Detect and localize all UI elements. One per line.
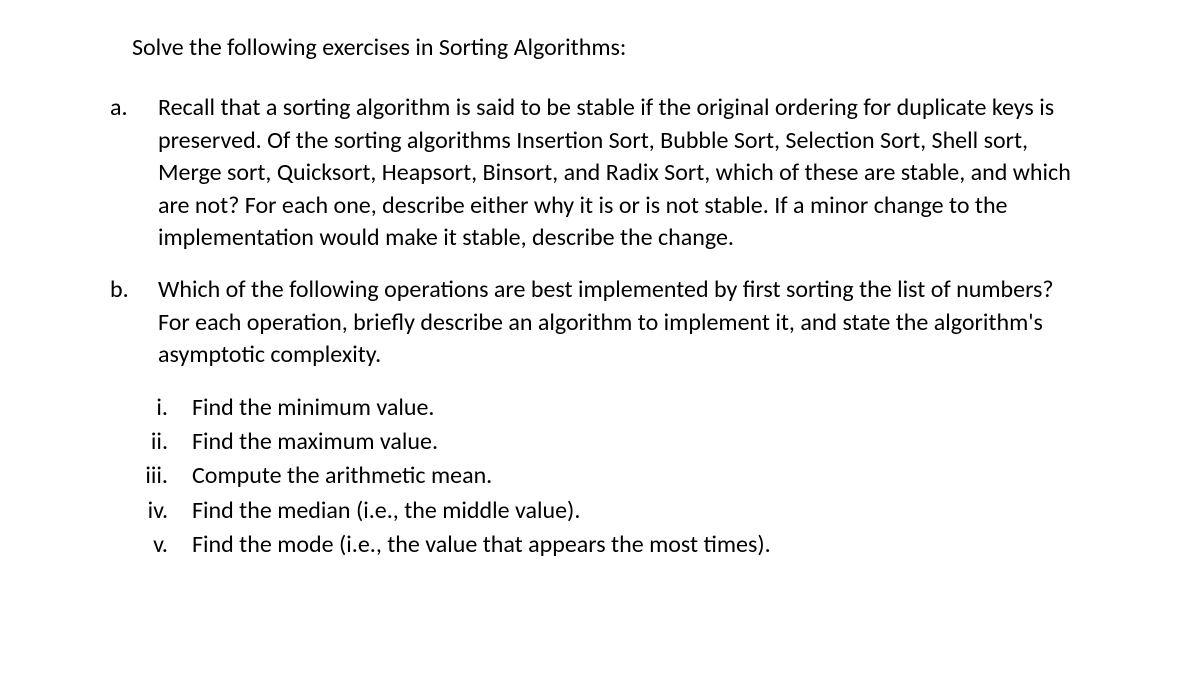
item-content-a: Recall that a sorting algorithm is said … <box>158 92 1080 254</box>
item-letter-a: a. <box>110 92 158 254</box>
item-letter-b: b. <box>110 274 158 371</box>
roman-numeral: v. <box>110 529 192 561</box>
item-content-b: Which of the following operations are be… <box>158 274 1080 371</box>
roman-numeral: ii. <box>110 426 192 458</box>
sub-item: v. Find the mode (i.e., the value that a… <box>110 529 1080 561</box>
sub-content: Find the median (i.e., the middle value)… <box>192 495 1080 527</box>
roman-numeral: i. <box>110 392 192 424</box>
document-title: Solve the following exercises in Sorting… <box>132 32 1080 64</box>
sub-item: iv. Find the median (i.e., the middle va… <box>110 495 1080 527</box>
list-item-b: b. Which of the following operations are… <box>110 274 1080 371</box>
roman-numeral: iv. <box>110 495 192 527</box>
sub-item: ii. Find the maximum value. <box>110 426 1080 458</box>
sub-list: i. Find the minimum value. ii. Find the … <box>110 392 1080 562</box>
sub-item: i. Find the minimum value. <box>110 392 1080 424</box>
sub-item: iii. Compute the arithmetic mean. <box>110 460 1080 492</box>
roman-numeral: iii. <box>110 460 192 492</box>
sub-content: Find the minimum value. <box>192 392 1080 424</box>
list-item-a: a. Recall that a sorting algorithm is sa… <box>110 92 1080 254</box>
sub-content: Find the maximum value. <box>192 426 1080 458</box>
sub-content: Find the mode (i.e., the value that appe… <box>192 529 1080 561</box>
sub-content: Compute the arithmetic mean. <box>192 460 1080 492</box>
